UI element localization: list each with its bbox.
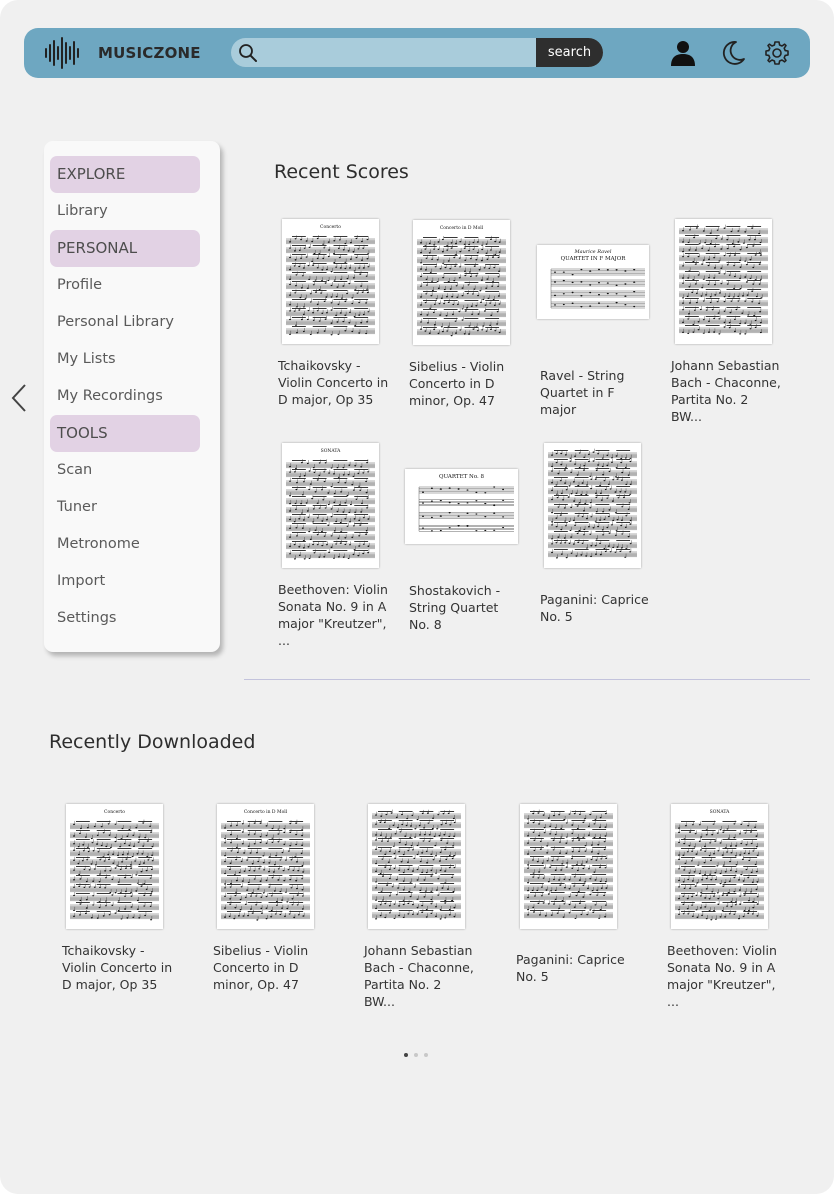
svg-text:Concerto in D Moll: Concerto in D Moll — [440, 225, 484, 231]
sidebar-section-tools[interactable]: TOOLS — [50, 415, 200, 452]
user-icon[interactable] — [670, 40, 696, 66]
sidebar: EXPLORE Library PERSONAL Profile Persona… — [44, 141, 220, 652]
search-button[interactable]: search — [536, 38, 603, 67]
sidebar-item-library[interactable]: Library — [57, 203, 108, 219]
download-title[interactable]: Beethoven: Violin Sonata No. 9 in A majo… — [667, 942, 779, 1010]
score-title[interactable]: Paganini: Caprice No. 5 — [540, 591, 652, 625]
download-thumbnail[interactable] — [520, 804, 617, 929]
score-title[interactable]: Shostakovich - String Quartet No. 8 — [409, 582, 521, 633]
sidebar-item-profile[interactable]: Profile — [57, 277, 102, 293]
app-frame: MUSICZONE search EXPLORE Library PERSONA… — [0, 0, 834, 1194]
sidebar-section-personal[interactable]: PERSONAL — [50, 230, 200, 267]
download-thumbnail[interactable]: Concerto in D Moll — [217, 804, 314, 929]
download-title[interactable]: Paganini: Caprice No. 5 — [516, 951, 628, 985]
logo-waveform-icon — [45, 37, 79, 69]
pagination-dot-active[interactable] — [404, 1053, 408, 1057]
sheet-music-image — [524, 809, 613, 920]
svg-text:Concerto: Concerto — [320, 224, 341, 230]
score-title[interactable]: Ravel - String Quartet in F major — [540, 367, 652, 418]
download-title[interactable]: Tchaikovsky - Violin Concerto in D major… — [62, 942, 174, 993]
sheet-music-image — [548, 448, 637, 559]
sheet-music-image: SONATA — [286, 448, 375, 560]
score-title[interactable]: Sibelius - Violin Concerto in D minor, O… — [409, 358, 521, 409]
search-bar: search — [231, 38, 603, 67]
moon-icon[interactable] — [720, 40, 746, 66]
sheet-music-image — [372, 809, 461, 920]
sheet-music-image: SONATA — [675, 809, 764, 921]
score-thumbnail[interactable] — [544, 443, 641, 568]
download-title[interactable]: Sibelius - Violin Concerto in D minor, O… — [213, 942, 325, 993]
section-divider — [244, 679, 810, 680]
score-thumbnail[interactable]: SONATA — [282, 443, 379, 568]
sidebar-item-import[interactable]: Import — [57, 573, 105, 589]
sheet-music-image: Concerto in D Moll — [417, 225, 506, 337]
score-title[interactable]: Beethoven: Violin Sonata No. 9 in A majo… — [278, 581, 390, 649]
svg-text:Maurice Ravel: Maurice Ravel — [574, 249, 612, 255]
score-thumbnail[interactable]: Maurice Ravel QUARTET IN F MAJOR — [537, 245, 649, 319]
sidebar-section-explore[interactable]: EXPLORE — [50, 156, 200, 193]
svg-text:Concerto: Concerto — [104, 809, 125, 815]
score-thumbnail[interactable]: Concerto in D Moll — [413, 220, 510, 345]
sidebar-item-metronome[interactable]: Metronome — [57, 536, 140, 552]
svg-text:QUARTET IN F MAJOR: QUARTET IN F MAJOR — [561, 256, 627, 262]
sheet-music-image: Concerto — [286, 224, 375, 336]
download-thumbnail[interactable]: Concerto — [66, 804, 163, 929]
download-thumbnail[interactable]: SONATA — [671, 804, 768, 929]
svg-text:SONATA: SONATA — [321, 448, 341, 454]
svg-text:QUARTET No. 8: QUARTET No. 8 — [439, 474, 485, 480]
sidebar-item-my-recordings[interactable]: My Recordings — [57, 388, 163, 404]
score-thumbnail[interactable] — [675, 219, 772, 344]
app-name: MUSICZONE — [98, 44, 201, 62]
pagination-dot[interactable] — [414, 1053, 418, 1057]
sidebar-item-personal-library[interactable]: Personal Library — [57, 314, 174, 330]
sidebar-item-tuner[interactable]: Tuner — [57, 499, 97, 515]
pagination-dot[interactable] — [424, 1053, 428, 1057]
sheet-music-image: Maurice RavelQUARTET IN F MAJOR — [550, 249, 645, 309]
recent-scores-title: Recent Scores — [274, 161, 409, 183]
search-input[interactable] — [263, 41, 533, 64]
sidebar-item-my-lists[interactable]: My Lists — [57, 351, 116, 367]
sheet-music-image: QUARTET No. 8 — [418, 474, 514, 532]
top-bar: MUSICZONE search — [24, 28, 810, 78]
score-thumbnail[interactable]: QUARTET No. 8 — [405, 469, 518, 544]
sidebar-item-scan[interactable]: Scan — [57, 462, 92, 478]
recently-downloaded-title: Recently Downloaded — [49, 731, 256, 753]
score-thumbnail[interactable]: Concerto — [282, 219, 379, 344]
sheet-music-image — [679, 224, 768, 335]
sheet-music-image: Concerto in D Moll — [221, 809, 310, 921]
svg-text:Concerto in D Moll: Concerto in D Moll — [244, 809, 288, 815]
score-title[interactable]: Johann Sebastian Bach - Chaconne, Partit… — [671, 357, 783, 425]
gear-icon[interactable] — [764, 40, 790, 66]
svg-text:SONATA: SONATA — [710, 809, 730, 815]
search-icon — [239, 44, 257, 62]
download-thumbnail[interactable] — [368, 804, 465, 929]
download-title[interactable]: Johann Sebastian Bach - Chaconne, Partit… — [364, 942, 476, 1010]
sidebar-item-settings[interactable]: Settings — [57, 610, 116, 626]
score-title[interactable]: Tchaikovsky - Violin Concerto in D major… — [278, 357, 390, 408]
sheet-music-image: Concerto — [70, 809, 159, 921]
chevron-left-icon[interactable] — [10, 382, 30, 414]
